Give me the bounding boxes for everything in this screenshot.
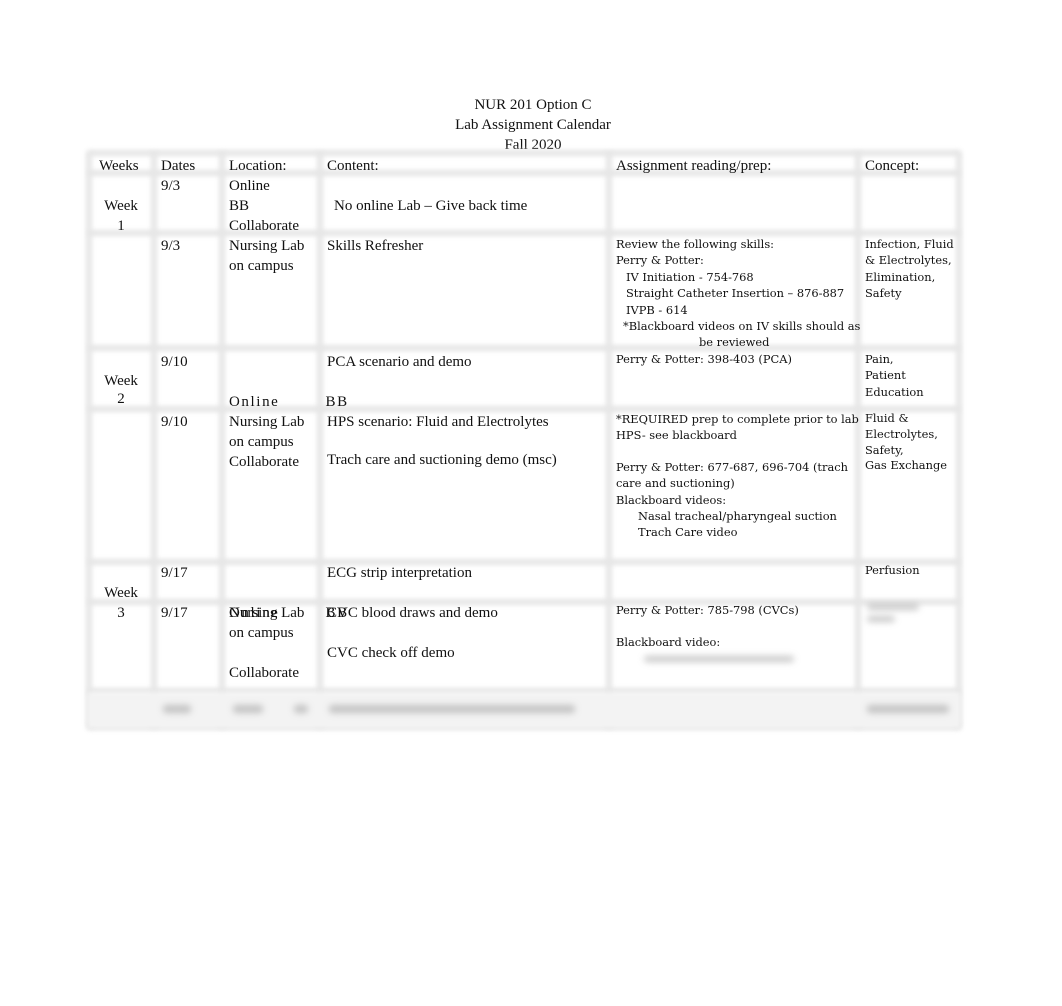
location-line: Nursing Lab: [229, 238, 305, 254]
location-line: Online BB: [229, 394, 349, 410]
obscured-text: [644, 656, 794, 662]
concept-line: Education: [865, 384, 924, 399]
content-line: Trach care and suctioning demo (msc): [327, 452, 557, 468]
week-label-text: Week: [104, 373, 138, 389]
location-line: on campus: [229, 258, 294, 274]
concept-line: & Electrolytes,: [865, 253, 952, 268]
session-date: 9/10: [161, 354, 188, 370]
col-divider: [151, 152, 157, 728]
week-number: 1: [117, 218, 125, 234]
location-line: Collaborate: [229, 218, 299, 234]
obscured-text: [329, 705, 575, 713]
obscured-text: [294, 705, 308, 713]
table-border-right: [956, 152, 962, 728]
calendar-title: Lab Assignment Calendar: [455, 117, 611, 133]
concept-line: Pain,: [865, 352, 894, 366]
week-3-label: Week 3: [88, 583, 154, 623]
reading-line: *Blackboard videos on IV skills should a…: [623, 319, 861, 334]
session-date: 9/17: [161, 565, 188, 581]
course-title: NUR 201 Option C: [474, 97, 592, 113]
week-label-text: Week: [104, 585, 138, 601]
concept-line: Infection, Fluid: [865, 237, 954, 251]
reading-line: Trach Care video: [638, 525, 738, 540]
reading-line: Straight Catheter Insertion – 876-887: [626, 286, 845, 301]
concept-line: Elimination,: [865, 269, 936, 284]
reading-line: IV Initiation - 754-768: [626, 269, 754, 284]
session-location: Nursing Lab on campus: [229, 412, 304, 452]
obscured-text: [867, 705, 949, 713]
header-location: Location:: [229, 158, 287, 174]
col-divider: [606, 152, 612, 728]
reading-line: *REQUIRED prep to complete prior to lab: [616, 412, 859, 426]
session-location: Nursing Lab on campus: [229, 236, 304, 276]
header-dates: Dates: [161, 158, 196, 174]
session-reading: Perry & Potter: 785-798 (CVCs) Blackboar…: [616, 602, 799, 651]
session-date: 9/3: [161, 238, 181, 254]
session-content: HPS scenario: Fluid and Electrolytes Tra…: [327, 412, 557, 470]
session-location: Online BB Collaborate: [229, 176, 299, 236]
obscured-text: [163, 705, 191, 713]
session-content: No online Lab – Give back time: [334, 198, 528, 214]
reading-line: be reviewed: [699, 335, 770, 350]
week-number: 2: [117, 391, 125, 407]
document-title: NUR 201 Option C Lab Assignment Calendar…: [0, 95, 1062, 155]
session-reading: Perry & Potter: 398-403 (PCA): [616, 352, 792, 366]
content-line: CVC blood draws and demo: [327, 605, 498, 621]
reading-line: Perry & Potter: 677-687, 696-704 (trach: [616, 459, 848, 474]
location-line: on campus: [229, 434, 294, 450]
concept-line: Safety,: [865, 442, 904, 457]
session-date: 9/17: [161, 605, 188, 621]
header-reading: Assignment reading/prep:: [616, 158, 772, 174]
reading-line: Blackboard video:: [616, 635, 721, 650]
concept-line: Gas Exchange: [865, 458, 947, 473]
content-line: CVC check off demo: [327, 645, 455, 661]
content-line: HPS scenario: Fluid and Electrolytes: [327, 414, 549, 430]
reading-line: Perry & Potter:: [616, 253, 704, 268]
session-concept: Fluid & Electrolytes, Safety, Gas Exchan…: [865, 411, 947, 474]
reading-line: Review the following skills:: [616, 237, 775, 251]
week-2-label: Week 2: [88, 372, 154, 408]
location-line: BB: [229, 198, 250, 214]
location-line: Online: [229, 178, 270, 194]
session-content: Skills Refresher: [327, 238, 424, 254]
reading-line: care and suctioning): [616, 476, 735, 491]
concept-line: Safety: [865, 286, 902, 301]
location-line: Nursing Lab: [229, 605, 305, 621]
session-location: Nursing Lab on campus: [229, 603, 304, 643]
reading-line: Perry & Potter: 785-798 (CVCs): [616, 603, 799, 617]
reading-line: IVPB - 614: [626, 302, 688, 317]
session-date: 9/3: [161, 178, 181, 194]
location-line: on campus: [229, 625, 294, 641]
session-content: ECG strip interpretation: [327, 565, 472, 581]
lab-calendar-table: Weeks Dates Location: Content: Assignmen…: [86, 150, 962, 730]
concept-line: Patient: [865, 368, 906, 383]
session-date: 9/10: [161, 414, 188, 430]
col-divider: [219, 152, 225, 728]
reading-line: Blackboard videos:: [616, 492, 727, 507]
header-concept: Concept:: [865, 158, 920, 174]
header-weeks: Weeks: [99, 158, 139, 174]
location-line: Collaborate: [229, 665, 299, 681]
header-content: Content:: [327, 158, 379, 174]
session-reading: *REQUIRED prep to complete prior to lab …: [616, 411, 859, 541]
session-concept: Pain, Patient Education: [865, 351, 924, 400]
obscured-text: [867, 604, 919, 610]
session-reading: Review the following skills: Perry & Pot…: [616, 236, 860, 351]
week-number: 3: [117, 605, 125, 621]
week-1-label: Week 1: [88, 196, 154, 236]
session-content: CVC blood draws and demo CVC check off d…: [327, 603, 498, 663]
obscured-text: [867, 616, 895, 622]
session-concept: Infection, Fluid & Electrolytes, Elimina…: [865, 236, 954, 302]
table-border-left: [86, 152, 92, 728]
location-line: Nursing Lab: [229, 414, 305, 430]
week-label-text: Week: [104, 198, 138, 214]
session-concept: Perfusion: [865, 563, 920, 577]
concept-line: Fluid &: [865, 411, 909, 425]
reading-line: Nasal tracheal/pharyngeal suction: [638, 509, 837, 524]
concept-line: Electrolytes,: [865, 426, 938, 441]
reading-line: HPS- see blackboard: [616, 428, 737, 443]
session-content: PCA scenario and demo: [327, 354, 472, 370]
obscured-text: [233, 705, 263, 713]
